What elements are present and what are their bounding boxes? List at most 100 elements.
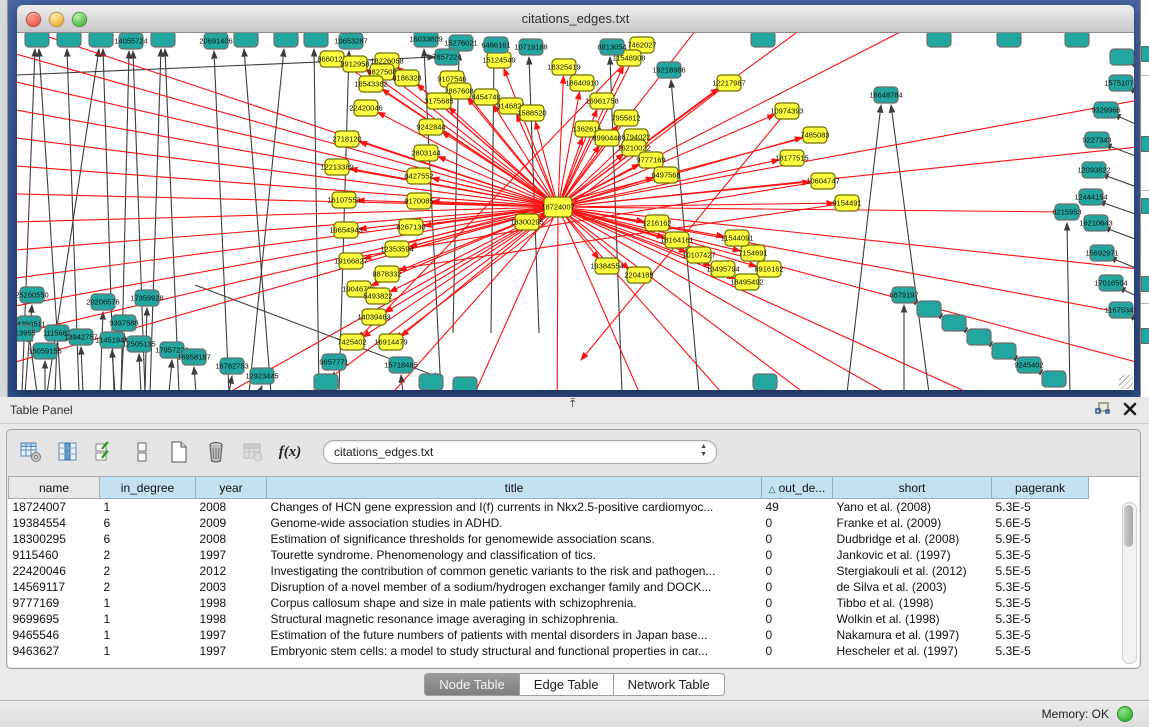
network-node[interactable]: 18164161	[660, 232, 693, 248]
network-node[interactable]: 11544091	[721, 230, 754, 246]
network-edge[interactable]	[557, 207, 558, 390]
float-panel-icon[interactable]	[1095, 401, 1111, 417]
function-builder-icon[interactable]: f(x)	[278, 440, 302, 464]
network-edge[interactable]	[891, 105, 929, 390]
network-node[interactable]: 19166827	[334, 253, 367, 269]
network-edge[interactable]	[169, 360, 172, 390]
network-node[interactable]: 3913955	[17, 325, 36, 341]
column-header-pagerank[interactable]: pagerank	[992, 477, 1089, 499]
network-node[interactable]: 16914479	[374, 334, 407, 350]
network-edge[interactable]	[314, 49, 319, 390]
network-edge[interactable]	[17, 193, 558, 207]
network-node[interactable]	[89, 33, 113, 47]
node-attribute-table[interactable]: namein_degreeyeartitle△out_de...shortpag…	[8, 477, 1089, 659]
network-node[interactable]: 8878332	[372, 266, 401, 282]
network-edge[interactable]	[558, 76, 563, 207]
network-edge[interactable]	[165, 49, 179, 390]
network-node[interactable]: 7857224	[432, 49, 461, 65]
network-node[interactable]: 19218986	[652, 62, 685, 78]
network-node[interactable]	[25, 33, 49, 47]
network-node[interactable]: 15059155	[28, 343, 61, 359]
network-edge[interactable]	[229, 376, 232, 390]
network-node[interactable]	[917, 301, 941, 317]
network-node[interactable]: 12093822	[1077, 162, 1110, 178]
table-row[interactable]: 911546021997Tourette syndrome. Phenomeno…	[9, 547, 1089, 563]
network-node[interactable]: 10604747	[806, 173, 839, 189]
network-node[interactable]: 25260550	[17, 287, 49, 303]
network-node[interactable]: 8215953	[1052, 204, 1081, 220]
network-node[interactable]	[942, 315, 966, 331]
network-node[interactable]: 16782753	[215, 358, 248, 374]
network-node[interactable]	[1110, 49, 1134, 65]
network-node[interactable]: 7955812	[611, 110, 640, 126]
network-node[interactable]: 10107427	[682, 247, 715, 263]
table-mode-icon[interactable]	[19, 440, 43, 464]
network-node[interactable]: 9242844	[416, 119, 445, 135]
network-window[interactable]: citations_edges.txt 86601238912958182260…	[17, 5, 1134, 390]
table-row[interactable]: 1872400712008Changes of HCN gene express…	[9, 499, 1089, 516]
network-node[interactable]: 9170085	[404, 193, 433, 209]
network-node[interactable]: 9154491	[832, 195, 861, 211]
network-node[interactable]	[151, 33, 175, 47]
select-all-icon[interactable]	[93, 440, 117, 464]
network-edge[interactable]	[100, 312, 103, 390]
network-node[interactable]: 8916162	[754, 261, 783, 277]
network-node[interactable]: 20691406	[199, 33, 232, 49]
network-edge[interactable]	[17, 207, 558, 343]
network-edge[interactable]	[17, 207, 558, 373]
network-canvas[interactable]: 8660123891295818226058982750816543382818…	[17, 33, 1134, 390]
network-node[interactable]: 3175685	[424, 93, 453, 109]
network-graph[interactable]: 8660123891295818226058982750816543382818…	[17, 33, 1134, 390]
network-node[interactable]: 19384554	[590, 258, 623, 274]
network-node[interactable]: 6879197	[889, 287, 918, 303]
network-node[interactable]: 16958187	[177, 349, 210, 365]
tab-edge-table[interactable]: Edge Table	[520, 673, 614, 696]
network-node[interactable]	[753, 374, 777, 390]
network-edge[interactable]	[81, 347, 83, 390]
network-node[interactable]: 9397588	[109, 315, 138, 331]
network-node[interactable]: 9777169	[636, 152, 665, 168]
network-node[interactable]	[234, 33, 258, 47]
network-node[interactable]	[453, 377, 477, 390]
network-node[interactable]: 2204189	[624, 267, 653, 283]
table-row[interactable]: 946362711997Embryonic stem cells: a mode…	[9, 643, 1089, 659]
network-node[interactable]	[274, 33, 298, 47]
network-node[interactable]: 16210643	[1079, 215, 1112, 231]
scrollbar-thumb[interactable]	[1124, 505, 1133, 547]
network-edge[interactable]	[359, 142, 558, 207]
table-row[interactable]: 1938455462009Genome-wide association stu…	[9, 515, 1089, 531]
tab-node-table[interactable]: Node Table	[424, 673, 520, 696]
column-header-year[interactable]: year	[196, 477, 267, 499]
close-panel-icon[interactable]	[1123, 402, 1137, 416]
network-node[interactable]	[304, 33, 328, 47]
network-node[interactable]: 12923445	[245, 368, 278, 384]
table-row[interactable]: 946554611997Estimation of the future num…	[9, 627, 1089, 643]
network-node[interactable]: 19654943	[329, 222, 362, 238]
window-resize-grip[interactable]	[1119, 375, 1133, 389]
import-table-icon[interactable]	[241, 440, 265, 464]
network-node[interactable]: 5493822	[363, 288, 392, 304]
network-node[interactable]: 6466161	[481, 37, 510, 53]
network-node[interactable]: 10974393	[770, 103, 803, 119]
network-node[interactable]: 9227343	[1082, 132, 1111, 148]
network-node[interactable]: 12444154	[1074, 189, 1107, 205]
table-vertical-scrollbar[interactable]	[1122, 502, 1137, 664]
network-node[interactable]: 8912958	[340, 56, 369, 72]
network-node[interactable]: 12213389	[320, 159, 353, 175]
network-node[interactable]: 10719188	[514, 39, 547, 55]
network-node[interactable]: 6497568	[651, 167, 680, 183]
network-hub-node[interactable]: 18724007	[541, 197, 574, 217]
network-node[interactable]: 9245402	[1014, 357, 1043, 373]
network-node[interactable]: 16543382	[354, 76, 387, 92]
network-node[interactable]: 8186328	[392, 70, 421, 86]
table-row[interactable]: 969969511998Structural magnetic resonanc…	[9, 611, 1089, 627]
network-node[interactable]: 2803144	[411, 145, 440, 161]
network-node[interactable]: 16961758	[585, 93, 618, 109]
network-edge[interactable]	[29, 334, 37, 390]
network-node[interactable]: 1216162	[642, 215, 671, 231]
network-node[interactable]: 16107553	[327, 192, 360, 208]
network-node[interactable]: 17016504	[1094, 275, 1127, 291]
network-node[interactable]	[1042, 371, 1066, 387]
network-node[interactable]	[314, 374, 338, 390]
network-node[interactable]	[927, 33, 951, 47]
